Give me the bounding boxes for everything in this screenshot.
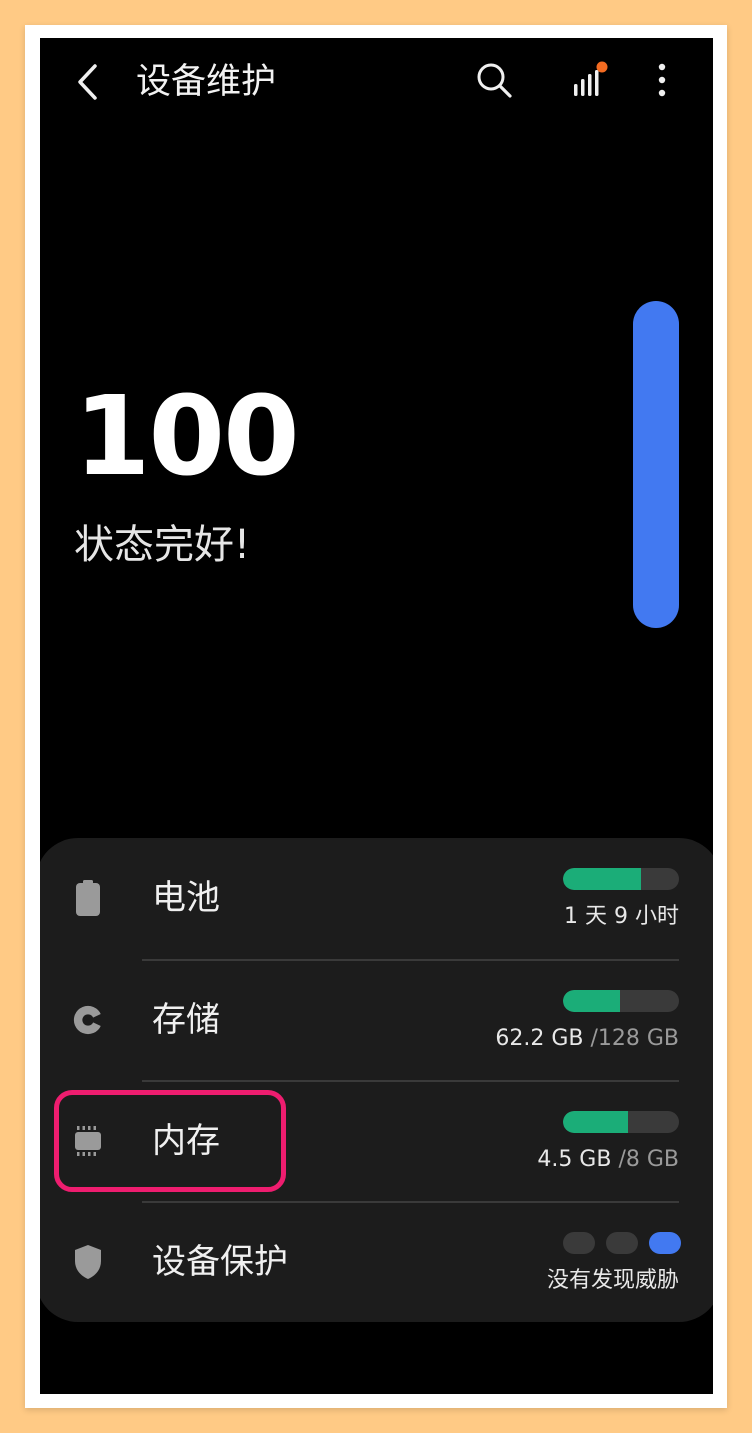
storage-used: 62.2 GB bbox=[495, 1026, 584, 1051]
storage-row[interactable]: 存储 62.2 GB /128 GB bbox=[40, 960, 713, 1080]
device-protection-row[interactable]: 设备保护 没有发现威胁 bbox=[40, 1202, 713, 1322]
storage-pie-icon bbox=[72, 1002, 104, 1038]
search-icon bbox=[477, 63, 512, 98]
battery-row[interactable]: 电池 1 天 9 小时 bbox=[40, 838, 713, 958]
more-options-button[interactable] bbox=[644, 58, 680, 102]
storage-bar bbox=[563, 990, 679, 1012]
memory-chip-icon bbox=[72, 1123, 104, 1159]
battery-label: 电池 bbox=[152, 878, 220, 918]
storage-total: /128 GB bbox=[583, 1026, 679, 1051]
notification-badge bbox=[596, 61, 608, 73]
device-care-screen: 设备维护 100 状态完好! 电池 1 天 9 小时 存储 62.2 GB /1… bbox=[40, 38, 713, 1394]
maintenance-card: 电池 1 天 9 小时 存储 62.2 GB /128 GB 内存 4.5 GB… bbox=[40, 838, 713, 1322]
search-button[interactable] bbox=[472, 58, 516, 102]
storage-usage: 62.2 GB /128 GB bbox=[495, 1024, 679, 1054]
memory-bar bbox=[563, 1111, 679, 1133]
more-vertical-icon bbox=[658, 63, 666, 97]
device-score: 100 bbox=[74, 372, 300, 500]
storage-bar-fill bbox=[563, 990, 620, 1012]
shield-icon bbox=[72, 1244, 104, 1280]
app-bar: 设备维护 bbox=[40, 38, 713, 128]
back-button[interactable] bbox=[68, 60, 108, 104]
device-protection-label: 设备保护 bbox=[152, 1242, 288, 1282]
memory-row[interactable]: 内存 4.5 GB /8 GB bbox=[40, 1081, 713, 1201]
memory-label: 内存 bbox=[152, 1121, 220, 1161]
status-dot bbox=[649, 1232, 681, 1254]
battery-remaining: 1 天 9 小时 bbox=[564, 904, 679, 929]
protection-status: 没有发现威胁 bbox=[546, 1268, 679, 1293]
battery-icon bbox=[72, 880, 104, 916]
stats-button[interactable] bbox=[568, 58, 612, 102]
battery-bar-fill bbox=[563, 868, 641, 890]
status-dot bbox=[606, 1232, 638, 1254]
device-status-text: 状态完好! bbox=[74, 522, 251, 568]
memory-used: 4.5 GB bbox=[537, 1147, 612, 1172]
score-gauge bbox=[633, 301, 679, 628]
signal-bars-icon bbox=[574, 61, 608, 96]
memory-bar-fill bbox=[563, 1111, 628, 1133]
battery-bar bbox=[563, 868, 679, 890]
memory-total: /8 GB bbox=[611, 1147, 679, 1172]
protection-status-dots bbox=[563, 1232, 683, 1254]
status-dot bbox=[563, 1232, 595, 1254]
memory-usage: 4.5 GB /8 GB bbox=[537, 1145, 679, 1175]
storage-label: 存储 bbox=[152, 1000, 220, 1040]
chevron-left-icon bbox=[78, 64, 97, 100]
page-title: 设备维护 bbox=[136, 62, 277, 102]
